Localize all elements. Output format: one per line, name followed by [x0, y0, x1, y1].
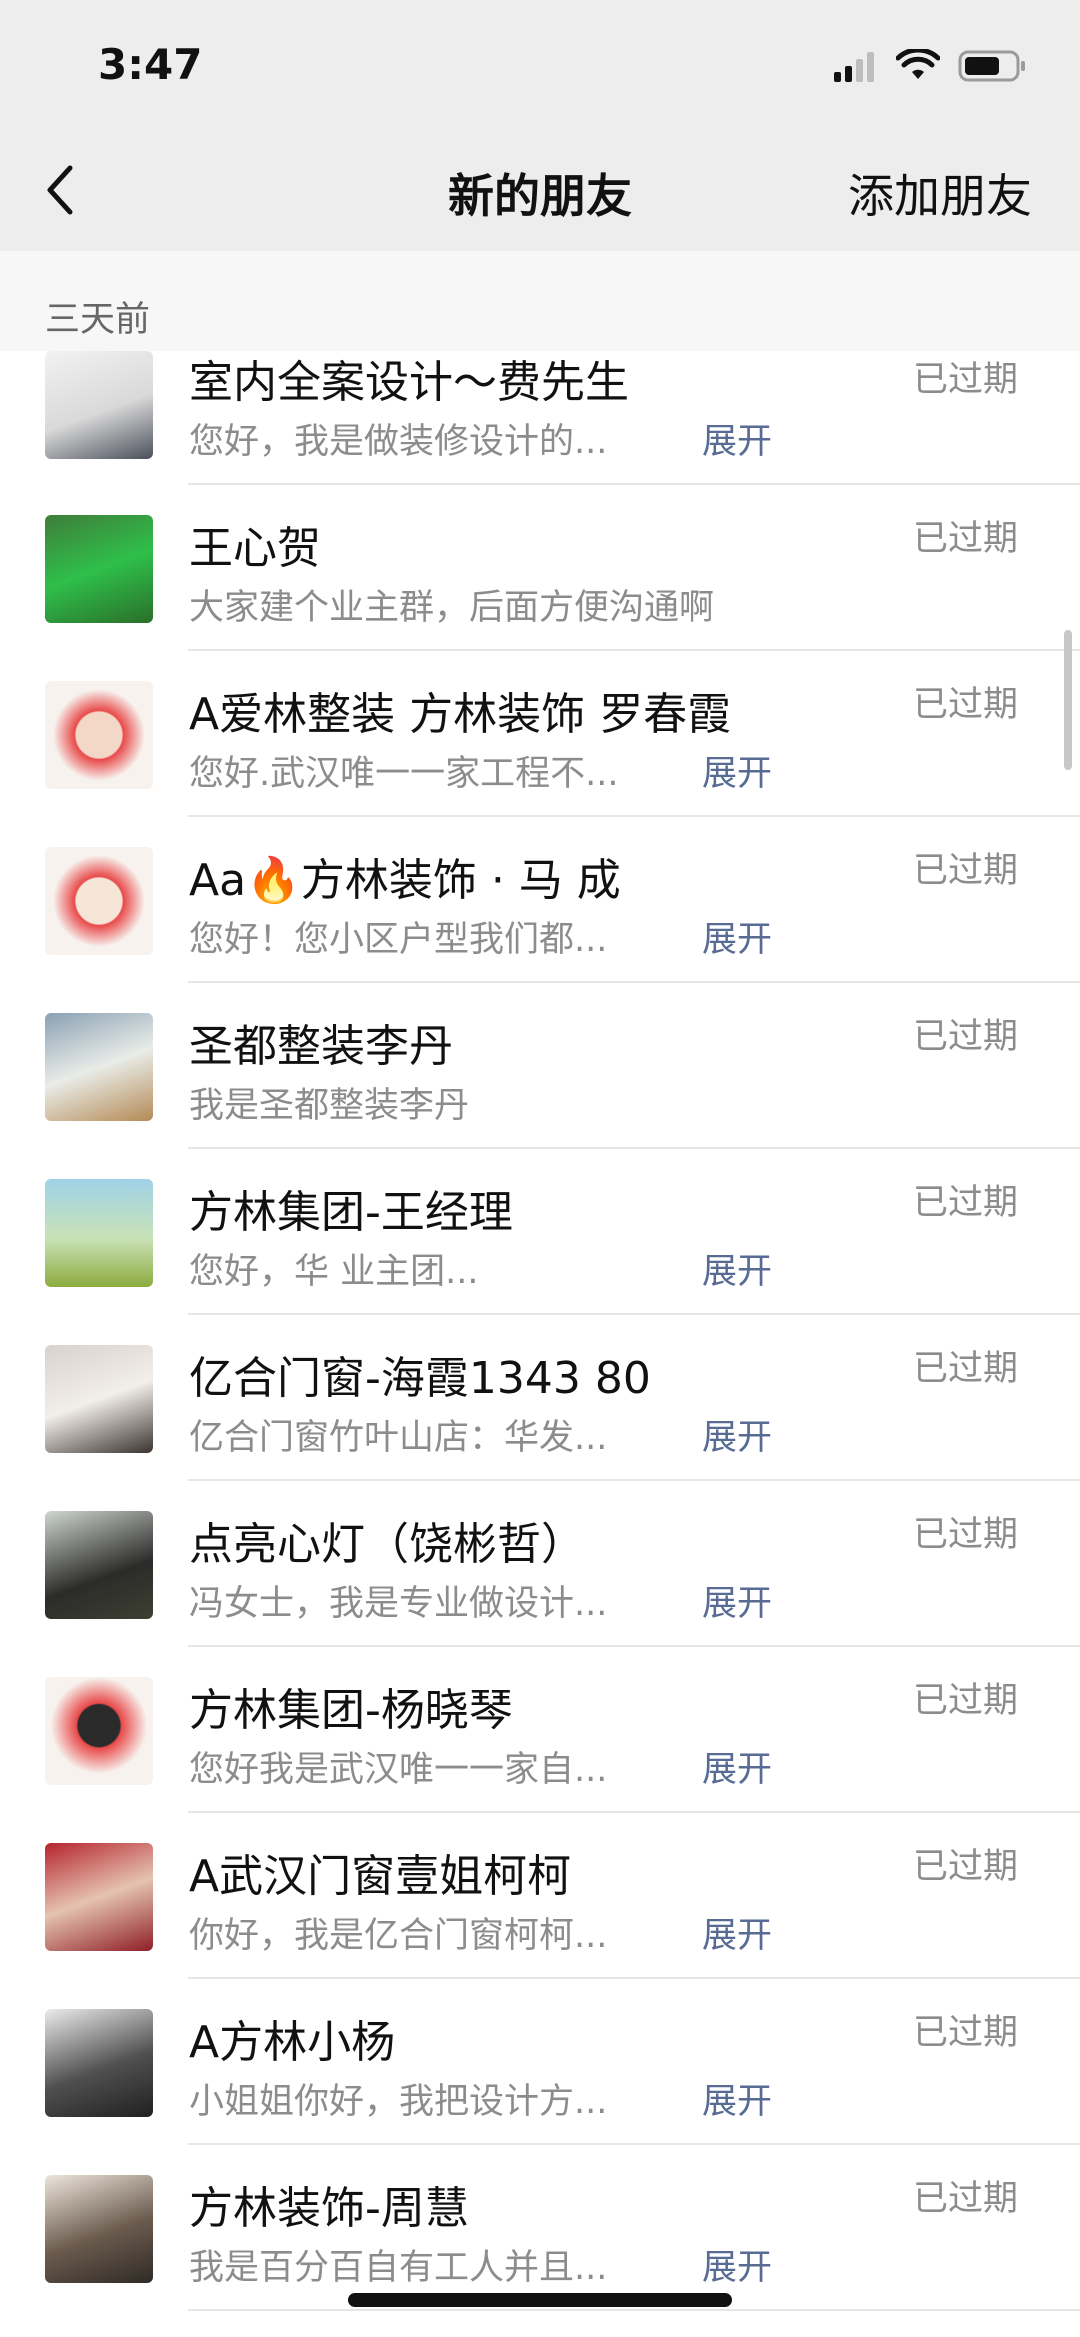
- avatar[interactable]: [45, 1345, 153, 1453]
- contact-name: 方林集团-杨晓琴: [189, 1685, 513, 1736]
- expand-link[interactable]: 展开: [702, 2239, 772, 2290]
- friend-request-item[interactable]: A方林小杨小姐姐你好，我把设计方... 展开 已过期: [0, 1979, 1080, 2145]
- request-status: 已过期: [912, 851, 1018, 891]
- request-status: 已过期: [912, 1681, 1018, 1721]
- wifi-icon: [896, 49, 940, 79]
- friend-request-list: 室内全案设计～费先生 您好，我是做装修设计的... 展开 已过期 王心贺 大家建个业主群，…: [0, 351, 1080, 2311]
- request-status: 已过期: [912, 2179, 1018, 2219]
- contact-name: 亿合门窗-海霞1343 80: [189, 1353, 651, 1404]
- request-message: 冯女士，我是专业做设计...: [189, 1584, 608, 1624]
- request-status: 已过期: [912, 1017, 1018, 1057]
- request-message: 我是百分百自有工人并且...: [189, 2248, 608, 2288]
- expand-link[interactable]: 展开: [702, 2073, 772, 2124]
- avatar[interactable]: [45, 1013, 153, 1121]
- contact-name: 室内全案设计～费先生: [189, 357, 629, 408]
- avatar[interactable]: [45, 1677, 153, 1785]
- contact-name: A武汉门窗壹姐柯柯: [189, 1851, 572, 1902]
- request-message: 小姐姐你好，我把设计方...: [189, 2082, 608, 2122]
- avatar[interactable]: [45, 1843, 153, 1951]
- avatar[interactable]: [45, 847, 153, 955]
- expand-link[interactable]: 展开: [702, 413, 772, 464]
- friend-request-item[interactable]: 亿合门窗-海霞1343 80 亿合门窗竹叶山店：华发... 展开 已过期: [0, 1315, 1080, 1481]
- expand-link[interactable]: 展开: [702, 1243, 772, 1294]
- avatar[interactable]: [45, 351, 153, 459]
- status-time: 3:47: [98, 40, 203, 89]
- avatar[interactable]: [45, 2009, 153, 2117]
- battery-icon: [958, 50, 1025, 82]
- avatar[interactable]: [45, 515, 153, 623]
- expand-link[interactable]: 展开: [702, 745, 772, 796]
- expand-link[interactable]: 展开: [702, 1575, 772, 1626]
- request-message: 您好.武汉唯一一家工程不...: [189, 754, 619, 794]
- section-header: 三天前: [0, 251, 1080, 351]
- friend-request-item[interactable]: A武汉门窗壹姐柯柯你好，我是亿合门窗柯柯... 展开 已过期: [0, 1813, 1080, 1979]
- expand-link[interactable]: 展开: [702, 1741, 772, 1792]
- expand-link[interactable]: 展开: [702, 911, 772, 962]
- expand-link[interactable]: 展开: [702, 1907, 772, 1958]
- section-label: 三天前: [45, 300, 151, 340]
- scroll-indicator[interactable]: [1064, 630, 1072, 770]
- home-indicator: [348, 2293, 732, 2307]
- friend-request-item[interactable]: 方林集团-杨晓琴您好我是武汉唯一一家自... 展开 已过期: [0, 1647, 1080, 1813]
- contact-name: 点亮心灯（饶彬哲）: [189, 1519, 585, 1570]
- request-status: 已过期: [912, 519, 1018, 559]
- row-divider: [188, 2309, 1080, 2311]
- friend-request-item[interactable]: 方林集团-王经理您好，华 业主团... 展开 已过期: [0, 1149, 1080, 1315]
- request-status: 已过期: [912, 360, 1018, 400]
- request-status: 已过期: [912, 1847, 1018, 1887]
- friend-request-item[interactable]: A爱林整装 方林装饰 罗春霞您好.武汉唯一一家工程不... 展开 已过期: [0, 651, 1080, 817]
- request-status: 已过期: [912, 685, 1018, 725]
- request-message: 我是圣都整装李丹: [189, 1086, 470, 1126]
- friend-request-item[interactable]: 点亮心灯（饶彬哲） 冯女士，我是专业做设计... 展开 已过期: [0, 1481, 1080, 1647]
- request-message: 你好，我是亿合门窗柯柯...: [189, 1916, 608, 1956]
- contact-name: 方林装饰-周慧: [189, 2183, 469, 2234]
- friend-request-item[interactable]: 方林装饰-周慧我是百分百自有工人并且... 展开 已过期: [0, 2145, 1080, 2311]
- request-message: 您好！您小区户型我们都...: [189, 920, 608, 960]
- avatar[interactable]: [45, 2175, 153, 2283]
- top-bar: 3:47 新的朋友 添加朋友: [0, 0, 1080, 251]
- request-message: 您好，华 业主团...: [189, 1252, 479, 1292]
- friend-request-item[interactable]: 室内全案设计～费先生您好，我是做装修设计的... 展开 已过期: [0, 351, 1080, 485]
- request-status: 已过期: [912, 2013, 1018, 2053]
- contact-name: Aa🔥方林装饰 · 马 成: [189, 855, 621, 906]
- contact-name: A爱林整装 方林装饰 罗春霞: [189, 689, 732, 740]
- request-status: 已过期: [912, 1349, 1018, 1389]
- request-message: 大家建个业主群，后面方便沟通啊: [189, 588, 715, 628]
- request-status: 已过期: [912, 1183, 1018, 1223]
- expand-link[interactable]: 展开: [702, 1409, 772, 1460]
- contact-name: 方林集团-王经理: [189, 1187, 513, 1238]
- avatar[interactable]: [45, 1511, 153, 1619]
- request-message: 您好，我是做装修设计的...: [189, 422, 608, 462]
- contact-name: A方林小杨: [189, 2017, 396, 2068]
- friend-request-item[interactable]: 圣都整装李丹我是圣都整装李丹 已过期: [0, 983, 1080, 1149]
- request-message: 您好我是武汉唯一一家自...: [189, 1750, 608, 1790]
- status-icons: [832, 46, 1028, 86]
- signal-icon: [834, 52, 874, 82]
- contact-name: 王心贺: [189, 523, 321, 574]
- avatar[interactable]: [45, 1179, 153, 1287]
- request-message: 亿合门窗竹叶山店：华发...: [189, 1418, 608, 1458]
- contact-name: 圣都整装李丹: [189, 1021, 453, 1072]
- friend-request-item[interactable]: Aa🔥方林装饰 · 马 成您好！您小区户型我们都... 展开 已过期: [0, 817, 1080, 983]
- add-friend-button[interactable]: 添加朋友: [848, 160, 1032, 226]
- avatar[interactable]: [45, 681, 153, 789]
- request-status: 已过期: [912, 1515, 1018, 1555]
- friend-request-item[interactable]: 王心贺大家建个业主群，后面方便沟通啊 已过期: [0, 485, 1080, 651]
